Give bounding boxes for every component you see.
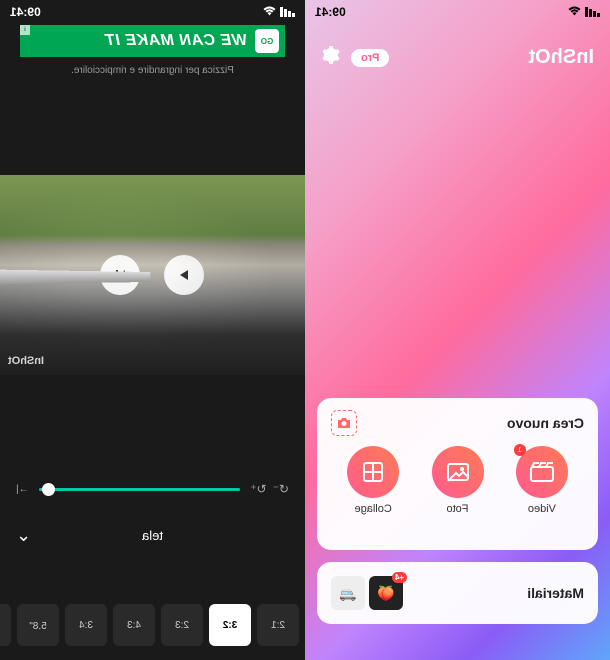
zoom-slider[interactable] xyxy=(39,488,241,491)
ratio-chip[interactable]: 3:2 xyxy=(209,604,251,646)
card-title: Crea nuovo xyxy=(507,415,584,431)
app-watermark: InShOt xyxy=(8,355,44,367)
pro-badge[interactable]: Pro xyxy=(351,49,389,67)
cellular-signal-icon xyxy=(585,7,600,17)
ratio-chip[interactable]: 2:1 xyxy=(257,604,299,646)
status-bar: 09:41 xyxy=(305,0,610,24)
create-video-button[interactable]: 1 Video xyxy=(516,446,568,515)
ratio-chip[interactable]: 3:4 xyxy=(65,604,107,646)
aspect-ratio-picker[interactable]: 2:1 3:2 2:3 4:3 3:4 5.8" 5.5" xyxy=(0,590,305,660)
cellular-signal-icon xyxy=(280,7,295,17)
create-photo-button[interactable]: Foto xyxy=(432,446,484,515)
rotate-right-icon[interactable]: ↻⁺ xyxy=(250,482,266,496)
camera-button[interactable] xyxy=(331,410,357,436)
collage-icon xyxy=(347,446,399,498)
materials-card[interactable]: Materiali +4 🍑 🚐 xyxy=(317,562,598,624)
gear-icon[interactable] xyxy=(321,45,341,70)
app-header: InShOt Pro xyxy=(305,45,610,70)
timeline-controls: ↺⁻ ↻⁺ →| xyxy=(0,470,305,508)
photo-icon xyxy=(432,446,484,498)
canvas-label: tela xyxy=(142,528,163,543)
materials-count-badge: +4 xyxy=(392,572,407,583)
wifi-icon xyxy=(263,6,276,19)
rotate-left-icon[interactable]: ↺⁻ xyxy=(273,482,289,496)
status-time: 09:41 xyxy=(10,5,41,19)
slider-thumb[interactable] xyxy=(42,483,55,496)
notification-badge: 1 xyxy=(514,444,526,456)
editor-screen: 09:41 GO WE CAN MAKE IT i Pizzica per in… xyxy=(0,0,305,660)
create-collage-button[interactable]: Collage xyxy=(347,446,399,515)
wifi-icon xyxy=(568,6,581,19)
create-item-label: Foto xyxy=(447,503,469,515)
create-item-label: Collage xyxy=(355,503,392,515)
status-time: 09:41 xyxy=(315,5,346,19)
skip-end-icon[interactable]: →| xyxy=(16,484,29,495)
ad-banner[interactable]: GO WE CAN MAKE IT i xyxy=(20,25,285,57)
app-logo: InShOt xyxy=(528,46,594,69)
ratio-chip[interactable]: 2:3 xyxy=(161,604,203,646)
pinch-hint: Pizzica per ingrandire e rimpicciolire. xyxy=(0,65,305,76)
home-screen: 09:41 InShOt Pro Crea nuovo 1 xyxy=(305,0,610,660)
ad-brand-badge: GO xyxy=(255,29,279,53)
canvas-section-header: tela ⌄ xyxy=(0,520,305,551)
status-bar: 09:41 xyxy=(0,0,305,24)
ratio-chip[interactable]: 5.5" xyxy=(0,604,11,646)
materials-thumbnails[interactable]: +4 🍑 🚐 xyxy=(331,576,403,610)
chevron-down-icon[interactable]: ⌄ xyxy=(16,525,31,546)
create-item-label: Video xyxy=(528,503,556,515)
create-new-card: Crea nuovo 1 Video Foto xyxy=(317,398,598,550)
ratio-chip[interactable]: 5.8" xyxy=(17,604,59,646)
ratio-chip[interactable]: 4:3 xyxy=(113,604,155,646)
ad-info-icon[interactable]: i xyxy=(20,25,30,35)
video-preview[interactable]: InShOt xyxy=(0,175,305,375)
card-title: Materiali xyxy=(527,585,584,601)
ad-text: WE CAN MAKE IT xyxy=(105,32,247,50)
material-thumbnail[interactable]: 🚐 xyxy=(331,576,365,610)
